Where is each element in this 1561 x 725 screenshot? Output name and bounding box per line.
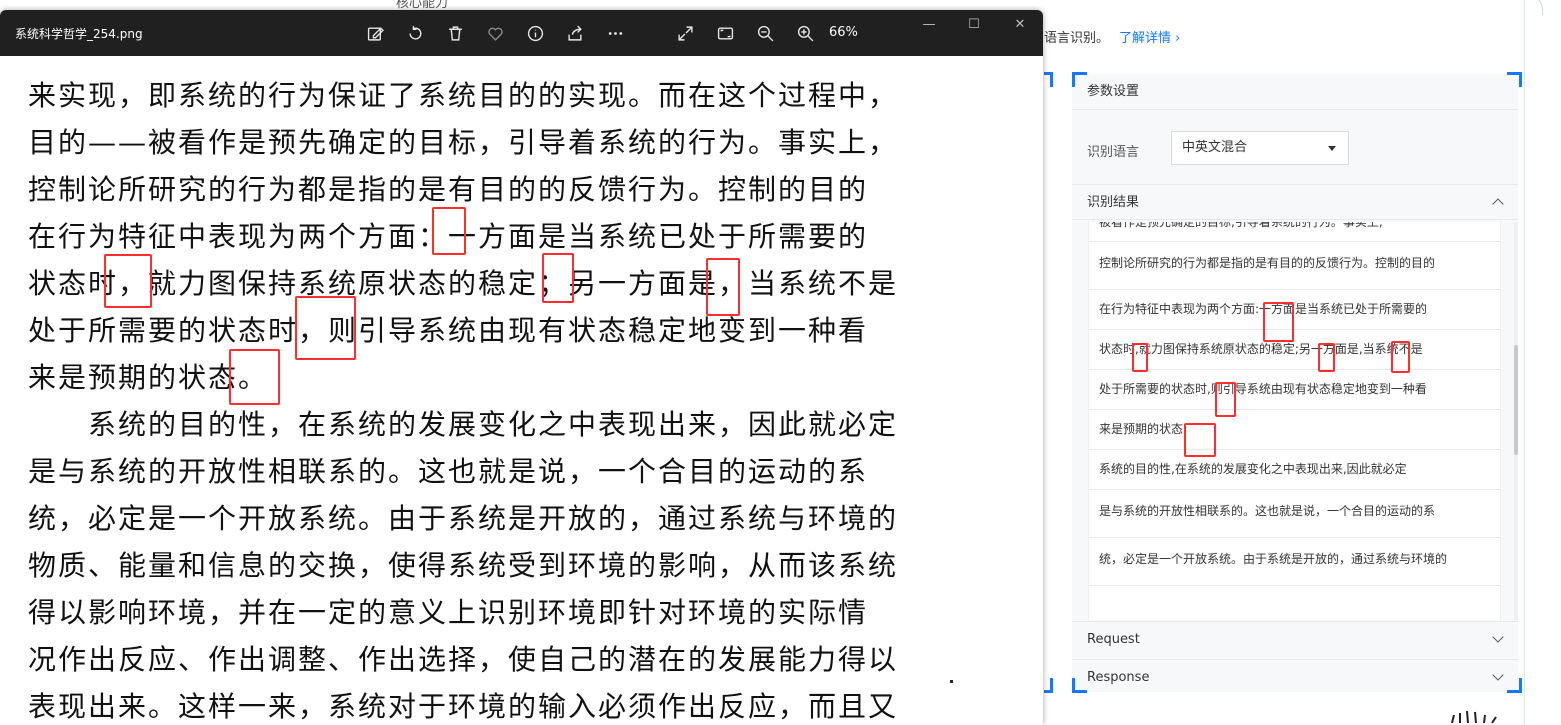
doc-line: 处于所需要的状态时，则引导系统由现有状态稳定地变到一种看 bbox=[28, 314, 869, 347]
zoom-in-icon[interactable] bbox=[795, 23, 815, 43]
doc-line: 系统的目的性，在系统的发展变化之中表现出来，因此就必定 bbox=[88, 408, 899, 441]
result-row: 处于所需要的状态时,则引导系统由现有状态稳定地变到一种看 bbox=[1089, 370, 1500, 410]
corner-bracket bbox=[1507, 72, 1522, 87]
result-row: 来是预期的状态. bbox=[1089, 410, 1500, 450]
doc-line: 得以影响环境，并在一定的意义上识别环境即针对环境的实际情 bbox=[28, 596, 869, 629]
doc-line: 目的——被看作是预先确定的目标，引导着系统的行为。事实上， bbox=[28, 126, 899, 159]
corner-bracket bbox=[1072, 72, 1087, 87]
highlight-box bbox=[1391, 341, 1410, 373]
doc-line: 是与系统的开放性相联系的。这也就是说，一个合目的运动的系 bbox=[28, 455, 869, 488]
doc-line: 统，必定是一个开放系统。由于系统是开放的，通过系统与环境的 bbox=[28, 502, 899, 535]
highlight-box bbox=[1132, 343, 1148, 372]
scan-speck bbox=[950, 680, 953, 683]
highlight-box bbox=[1215, 382, 1236, 417]
delete-icon[interactable] bbox=[445, 23, 465, 43]
result-row: 统，必定是一个开放系统。由于系统是开放的，通过系统与环境的 bbox=[1089, 538, 1500, 586]
doc-line: 在行为特征中表现为两个方面：一方面是当系统已处于所需要的 bbox=[28, 220, 869, 253]
doc-line: 物质、能量和信息的交换，使得系统受到环境的影响，从而该系统 bbox=[28, 549, 899, 582]
highlight-box bbox=[1184, 423, 1216, 457]
edit-icon[interactable] bbox=[365, 23, 385, 43]
result-list: 被看作是预先确定的目标,引导着系统的行为。事实上, 控制论所研究的行为都是指的是… bbox=[1089, 222, 1500, 586]
doc-line: 来是预期的状态。 bbox=[28, 361, 269, 394]
viewer-titlebar: 系统科学哲学_254.png 66% — ☐ ✕ bbox=[0, 10, 1043, 56]
page-border-curve bbox=[1522, 0, 1543, 15]
highlight-box bbox=[1263, 302, 1294, 342]
favorite-icon[interactable] bbox=[485, 23, 505, 43]
doc-line: 况作出反应、作出调整、作出选择，使自己的潜在的发展能力得以 bbox=[28, 643, 899, 676]
highlight-box bbox=[295, 296, 356, 360]
expand-icon[interactable] bbox=[675, 23, 695, 43]
close-button[interactable]: ✕ bbox=[1006, 14, 1034, 36]
caret-down-icon bbox=[1328, 146, 1336, 151]
chevron-down-icon bbox=[1492, 669, 1504, 681]
result-scrollbar-thumb[interactable] bbox=[1514, 345, 1518, 455]
image-viewer-window: 系统科学哲学_254.png 66% — ☐ ✕ 来实现，即系统的行为保证了系统… bbox=[0, 10, 1043, 725]
corner-bracket bbox=[1044, 72, 1053, 87]
corner-bracket bbox=[1044, 678, 1053, 693]
highlight-box bbox=[432, 207, 466, 255]
highlight-box bbox=[706, 258, 740, 316]
result-section-title: 识别结果 bbox=[1087, 195, 1140, 210]
info-icon[interactable] bbox=[525, 23, 545, 43]
corner-bracket bbox=[1072, 678, 1087, 693]
chevron-down-icon bbox=[1492, 631, 1504, 643]
doc-line: 表现出来。这样一来，系统对于环境的输入必须作出反应，而且又 bbox=[28, 690, 899, 723]
language-select[interactable]: 中英文混合 bbox=[1171, 131, 1349, 165]
response-section-header[interactable]: Response bbox=[1072, 659, 1518, 695]
doc-line: 控制论所研究的行为都是指的是有目的的反馈行为。控制的目的 bbox=[28, 173, 869, 206]
fit-icon[interactable] bbox=[715, 23, 735, 43]
settings-panel: 参数设置 识别语言 中英文混合 识别结果 被看作是预先确定的目标,引导着系统的行… bbox=[1072, 74, 1518, 692]
highlight-box bbox=[104, 254, 152, 308]
maximize-button[interactable]: ☐ bbox=[960, 14, 988, 36]
intro-text-tail: 语言识别。 bbox=[1044, 31, 1110, 46]
highlight-box bbox=[542, 253, 574, 303]
rotate-icon[interactable] bbox=[405, 23, 425, 43]
response-section-title: Response bbox=[1087, 670, 1150, 685]
doc-line: 状态时，就力图保持系统原状态的稳定；另一方面是，当系统不是 bbox=[28, 267, 899, 300]
result-list-box[interactable]: 被看作是预先确定的目标,引导着系统的行为。事实上, 控制论所研究的行为都是指的是… bbox=[1088, 222, 1501, 620]
result-row: 控制论所研究的行为都是指的是有目的的反馈行为。控制的目的 bbox=[1089, 242, 1500, 290]
minimize-button[interactable]: — bbox=[915, 14, 943, 36]
chevron-up-icon bbox=[1492, 198, 1504, 210]
result-section-header[interactable]: 识别结果 bbox=[1072, 184, 1518, 220]
doc-line: 来实现，即系统的行为保证了系统目的的实现。而在这个过程中， bbox=[28, 79, 899, 112]
result-row: 系统的目的性,在系统的发展变化之中表现出来,因此就必定 bbox=[1089, 450, 1500, 490]
result-row: 在行为特征中表现为两个方面:一方面是当系统已处于所需要的 bbox=[1089, 290, 1500, 330]
request-section-title: Request bbox=[1087, 632, 1140, 647]
result-row: 是与系统的开放性相联系的。这也就是说，一个合目的运动的系 bbox=[1089, 490, 1500, 538]
corner-bracket bbox=[1507, 678, 1522, 693]
highlight-box bbox=[229, 349, 280, 405]
language-label: 识别语言 bbox=[1087, 145, 1140, 160]
intro-text: 语言识别。 了解详情 › bbox=[1044, 27, 1180, 46]
more-icon[interactable] bbox=[605, 23, 625, 43]
highlight-box bbox=[1318, 343, 1335, 372]
spinner-decoration-icon bbox=[1451, 710, 1497, 724]
result-row: 被看作是预先确定的目标,引导着系统的行为。事实上, bbox=[1089, 222, 1500, 242]
file-name: 系统科学哲学_254.png bbox=[15, 27, 143, 41]
request-section-header[interactable]: Request bbox=[1072, 621, 1518, 657]
params-section-title: 参数设置 bbox=[1072, 74, 1518, 110]
zoom-out-icon[interactable] bbox=[755, 23, 775, 43]
share-icon[interactable] bbox=[565, 23, 585, 43]
scanned-document-text: 来实现，即系统的行为保证了系统目的的实现。而在这个过程中， 目的——被看作是预先… bbox=[28, 72, 908, 725]
result-row: 状态时,就力图保持系统原状态的稳定;另一方面是,当系统不是 bbox=[1089, 330, 1500, 370]
page-border bbox=[1524, 0, 1525, 725]
zoom-level: 66% bbox=[829, 25, 858, 40]
image-canvas: 来实现，即系统的行为保证了系统目的的实现。而在这个过程中， 目的——被看作是预先… bbox=[0, 56, 1043, 725]
learn-more-link[interactable]: 了解详情 › bbox=[1119, 31, 1180, 46]
language-select-value: 中英文混合 bbox=[1182, 140, 1248, 155]
